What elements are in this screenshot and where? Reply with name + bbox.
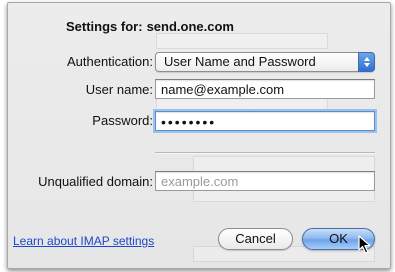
separator xyxy=(155,152,375,154)
smtp-settings-sheet: Settings for: send.one.com Authentication… xyxy=(7,2,391,269)
password-label: Password: xyxy=(92,113,153,128)
authentication-popup[interactable]: User Name and Password xyxy=(155,52,375,72)
sheet-title: Settings for: send.one.com xyxy=(66,19,234,34)
password-masked-value: •••••••• xyxy=(161,114,217,130)
authentication-selected-value: User Name and Password xyxy=(164,54,316,69)
mouse-pointer-icon xyxy=(358,235,371,254)
password-field[interactable]: •••••••• xyxy=(155,111,375,131)
arrow-up-icon xyxy=(363,57,370,61)
authentication-label: Authentication: xyxy=(66,54,153,69)
settings-for-label: Settings for: xyxy=(66,19,143,34)
unqualified-domain-label: Unqualified domain: xyxy=(38,174,153,189)
screenshot-canvas: Settings for: send.one.com Authentication… xyxy=(0,0,395,272)
learn-about-imap-link[interactable]: Learn about IMAP settings xyxy=(13,234,154,248)
up-down-arrows-icon xyxy=(358,52,375,72)
user-name-label: User name: xyxy=(85,82,153,97)
cancel-button[interactable]: Cancel xyxy=(218,228,293,250)
server-name: send.one.com xyxy=(146,19,234,34)
background-field xyxy=(156,33,328,49)
user-name-field[interactable]: name@example.com xyxy=(155,79,375,99)
unqualified-domain-field[interactable]: example.com xyxy=(155,171,375,191)
arrow-down-icon xyxy=(363,63,370,67)
background-field xyxy=(193,156,375,172)
